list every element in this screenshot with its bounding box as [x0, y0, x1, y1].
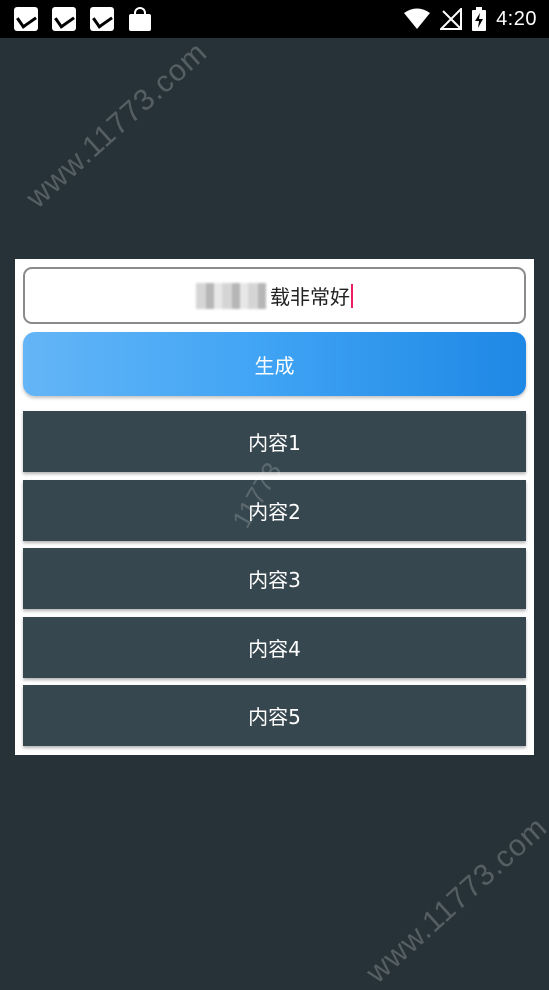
result-item-3[interactable]: 内容3	[23, 548, 526, 609]
wifi-icon	[404, 8, 431, 30]
generate-button[interactable]: 生成	[23, 332, 526, 396]
shopping-bag-icon	[128, 7, 152, 31]
result-item-2[interactable]: 内容2	[23, 480, 526, 541]
main-panel: 载非常好 生成 内容1 内容2 内容3 内容4 内容5	[15, 259, 534, 755]
battery-charging-icon	[472, 7, 487, 31]
blurred-text	[196, 282, 266, 309]
clock: 4:20	[496, 7, 537, 30]
result-item-1[interactable]: 内容1	[23, 411, 526, 472]
text-input[interactable]: 载非常好	[23, 267, 526, 324]
app-notification-icon	[90, 7, 114, 31]
system-status: 4:20	[404, 5, 537, 33]
watermark: www.11773.com	[360, 810, 549, 990]
result-item-4[interactable]: 内容4	[23, 617, 526, 678]
notification-icons	[14, 7, 152, 31]
app-notification-icon	[14, 7, 38, 31]
text-cursor	[351, 283, 353, 308]
no-signal-icon	[440, 8, 463, 30]
app-notification-icon	[52, 7, 76, 31]
result-item-5[interactable]: 内容5	[23, 685, 526, 746]
input-visible-text: 载非常好	[270, 285, 350, 309]
input-value: 载非常好	[196, 281, 353, 310]
status-bar: 4:20	[0, 0, 549, 38]
watermark: www.11773.com	[20, 35, 214, 215]
